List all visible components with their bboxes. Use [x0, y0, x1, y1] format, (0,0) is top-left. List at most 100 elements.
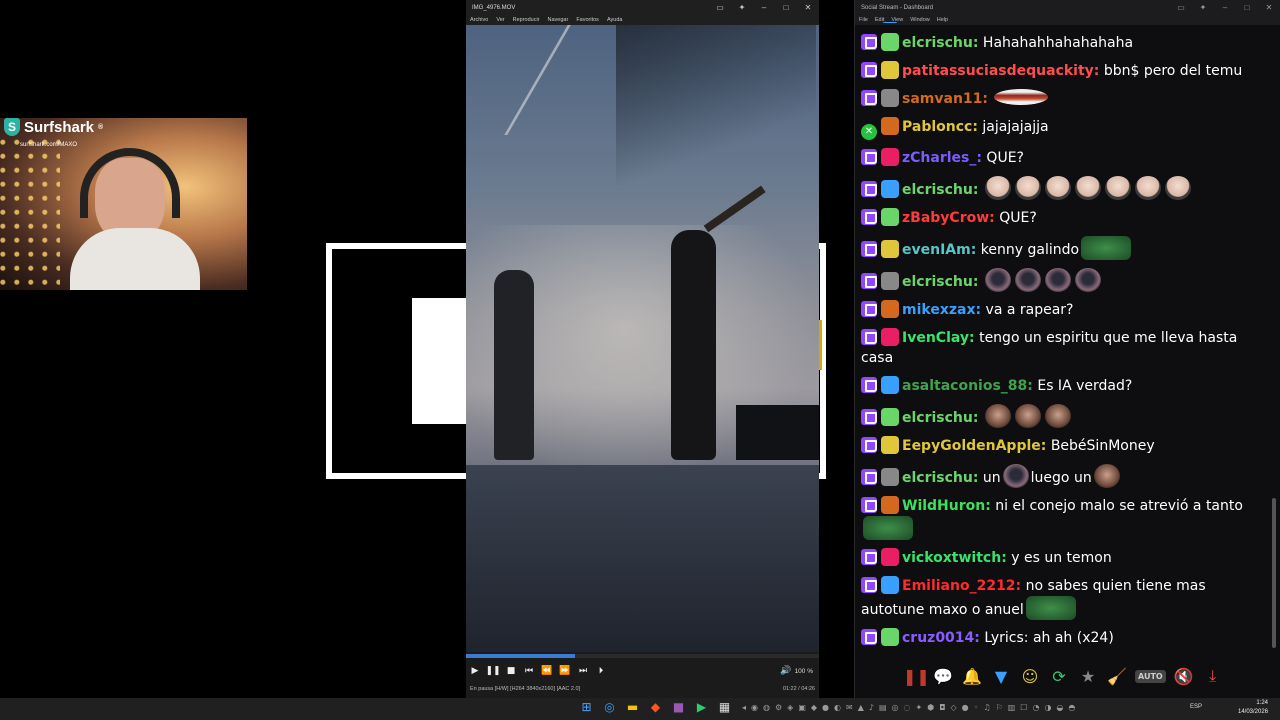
- maximize-button[interactable]: □: [1236, 3, 1258, 12]
- rewind-icon[interactable]: ⏪: [538, 666, 556, 676]
- video-frame[interactable]: [466, 25, 819, 652]
- chat-username[interactable]: patitassuciasdequackity:: [902, 63, 1099, 79]
- tray-app-icon[interactable]: ◂: [742, 703, 746, 712]
- pin-icon[interactable]: ✦: [731, 3, 753, 12]
- tray-app-icon[interactable]: ◉: [751, 703, 758, 712]
- chat-message-list[interactable]: eldoblass10: jajajajajajjajajathesugar02…: [855, 22, 1267, 652]
- chat-username[interactable]: elcrischu:: [902, 410, 978, 426]
- chat-bubble-icon[interactable]: 💬: [932, 667, 954, 686]
- input-language[interactable]: ESP: [1190, 704, 1202, 710]
- chat-username[interactable]: Pabloncc:: [902, 119, 978, 135]
- close-button[interactable]: ✕: [1258, 3, 1280, 12]
- chat-username[interactable]: elcrischu:: [902, 35, 978, 51]
- menu-reproducir[interactable]: Reproducir: [513, 17, 540, 23]
- tray-app-icon[interactable]: ✦: [916, 703, 923, 712]
- play-status: En pausa [H/W]: [470, 686, 509, 692]
- tray-app-icon[interactable]: ●: [962, 703, 969, 712]
- minimize-button[interactable]: –: [1214, 3, 1236, 12]
- auto-toggle[interactable]: AUTO: [1135, 669, 1166, 683]
- pip-icon[interactable]: ▭: [1170, 3, 1192, 12]
- minimize-button[interactable]: –: [753, 3, 775, 12]
- chat-username[interactable]: elcrischu:: [902, 182, 978, 198]
- next-icon[interactable]: ⏭: [574, 666, 592, 676]
- tray-app-icon[interactable]: ◦: [974, 703, 979, 712]
- menu-favoritos[interactable]: Favoritos: [576, 17, 599, 23]
- brave-icon[interactable]: ◆: [647, 700, 664, 714]
- pause-icon[interactable]: ❚❚: [484, 666, 502, 676]
- chat-username[interactable]: EepyGoldenApple:: [902, 438, 1046, 454]
- chat-username[interactable]: evenIAm:: [902, 242, 976, 258]
- tray-app-icon[interactable]: ▤: [879, 703, 887, 712]
- media-player-icon[interactable]: ▶: [693, 700, 710, 714]
- tray-app-icon[interactable]: ◍: [763, 703, 770, 712]
- chat-username[interactable]: elcrischu:: [902, 274, 978, 290]
- tray-app-icon[interactable]: ◔: [1032, 703, 1039, 712]
- zoom-level[interactable]: 100 %: [795, 668, 813, 675]
- chat-username[interactable]: IvenClay:: [902, 330, 975, 346]
- previous-icon[interactable]: ⏮: [520, 666, 538, 676]
- tray-app-icon[interactable]: ♫: [983, 703, 990, 712]
- tray-app-icon[interactable]: ◐: [834, 703, 841, 712]
- download-icon[interactable]: ⤓: [1202, 666, 1224, 686]
- chat-username[interactable]: vickoxtwitch:: [902, 550, 1007, 566]
- smiley-icon[interactable]: ☺: [1019, 667, 1041, 686]
- stop-icon[interactable]: ■: [502, 666, 520, 676]
- chat-username[interactable]: samvan11:: [902, 91, 988, 107]
- tray-app-icon[interactable]: ☐: [1020, 703, 1027, 712]
- frame-step-icon[interactable]: ⏵: [592, 666, 610, 676]
- tray-app-icon[interactable]: ●: [822, 703, 829, 712]
- pause-icon[interactable]: ❚❚: [903, 667, 930, 686]
- tray-app-icon[interactable]: ◓: [1068, 703, 1075, 712]
- chat-username[interactable]: zCharles_:: [902, 150, 982, 166]
- chat-username[interactable]: cruz0014:: [902, 630, 980, 646]
- pin-icon[interactable]: ✦: [1192, 3, 1214, 12]
- windows-start-icon[interactable]: ⊞: [578, 700, 595, 714]
- chat-scrollbar[interactable]: [1272, 498, 1276, 648]
- tray-app-icon[interactable]: ◌: [904, 703, 911, 712]
- tray-app-icon[interactable]: ◆: [811, 703, 817, 712]
- chat-app-icon[interactable]: ▦: [716, 700, 733, 714]
- system-clock[interactable]: 1:24 14/03/2026: [1238, 699, 1268, 717]
- chat-username[interactable]: zBabyCrow:: [902, 210, 995, 226]
- chat-username[interactable]: elcrischu:: [902, 470, 978, 486]
- tray-app-icon[interactable]: ◑: [1044, 703, 1051, 712]
- menu-navegar[interactable]: Navegar: [548, 17, 569, 23]
- tray-app-icon[interactable]: ▣: [798, 703, 806, 712]
- chat-username[interactable]: mikexzax:: [902, 302, 981, 318]
- tray-app-icon[interactable]: ◇: [951, 703, 957, 712]
- tray-app-icon[interactable]: ⬢: [927, 703, 934, 712]
- star-icon[interactable]: ★: [1077, 667, 1099, 686]
- menu-ayuda[interactable]: Ayuda: [607, 17, 623, 23]
- app-icon[interactable]: ■: [670, 700, 687, 714]
- chat-username[interactable]: WildHuron:: [902, 498, 991, 514]
- maximize-button[interactable]: □: [775, 3, 797, 12]
- tray-app-icon[interactable]: ◈: [787, 703, 793, 712]
- broom-icon[interactable]: 🧹: [1106, 667, 1128, 686]
- menu-archivo[interactable]: Archivo: [470, 17, 488, 23]
- tray-app-icon[interactable]: ✉: [846, 703, 853, 712]
- play-icon[interactable]: ▶: [466, 666, 484, 676]
- tray-app-icon[interactable]: ▥: [1008, 703, 1016, 712]
- tray-app-icon[interactable]: ◘: [939, 703, 945, 712]
- chat-username[interactable]: asaltaconios_88:: [902, 378, 1033, 394]
- close-button[interactable]: ✕: [797, 3, 819, 12]
- chat-username[interactable]: thesugar02:: [902, 22, 998, 23]
- tray-app-icon[interactable]: ⚐: [996, 703, 1003, 712]
- tray-app-icon[interactable]: ◒: [1056, 703, 1063, 712]
- volume-icon[interactable]: 🔊: [777, 666, 795, 676]
- browser-icon[interactable]: ◎: [601, 700, 618, 714]
- chat-username[interactable]: Emiliano_2212:: [902, 578, 1021, 594]
- folder-icon[interactable]: ▬: [624, 700, 641, 714]
- menu-ver[interactable]: Ver: [496, 17, 504, 23]
- bell-icon[interactable]: 🔔: [961, 667, 983, 686]
- seek-bar[interactable]: [466, 652, 819, 660]
- filter-icon[interactable]: ▼: [990, 667, 1012, 686]
- pip-icon[interactable]: ▭: [709, 3, 731, 12]
- refresh-icon[interactable]: ⟳: [1048, 667, 1070, 686]
- mute-icon[interactable]: 🔇: [1173, 667, 1195, 686]
- tray-app-icon[interactable]: ⚙: [775, 703, 782, 712]
- tray-app-icon[interactable]: ▲: [858, 703, 864, 712]
- forward-icon[interactable]: ⏩: [556, 666, 574, 676]
- tray-app-icon[interactable]: ♪: [869, 703, 874, 712]
- tray-app-icon[interactable]: ◎: [892, 703, 899, 712]
